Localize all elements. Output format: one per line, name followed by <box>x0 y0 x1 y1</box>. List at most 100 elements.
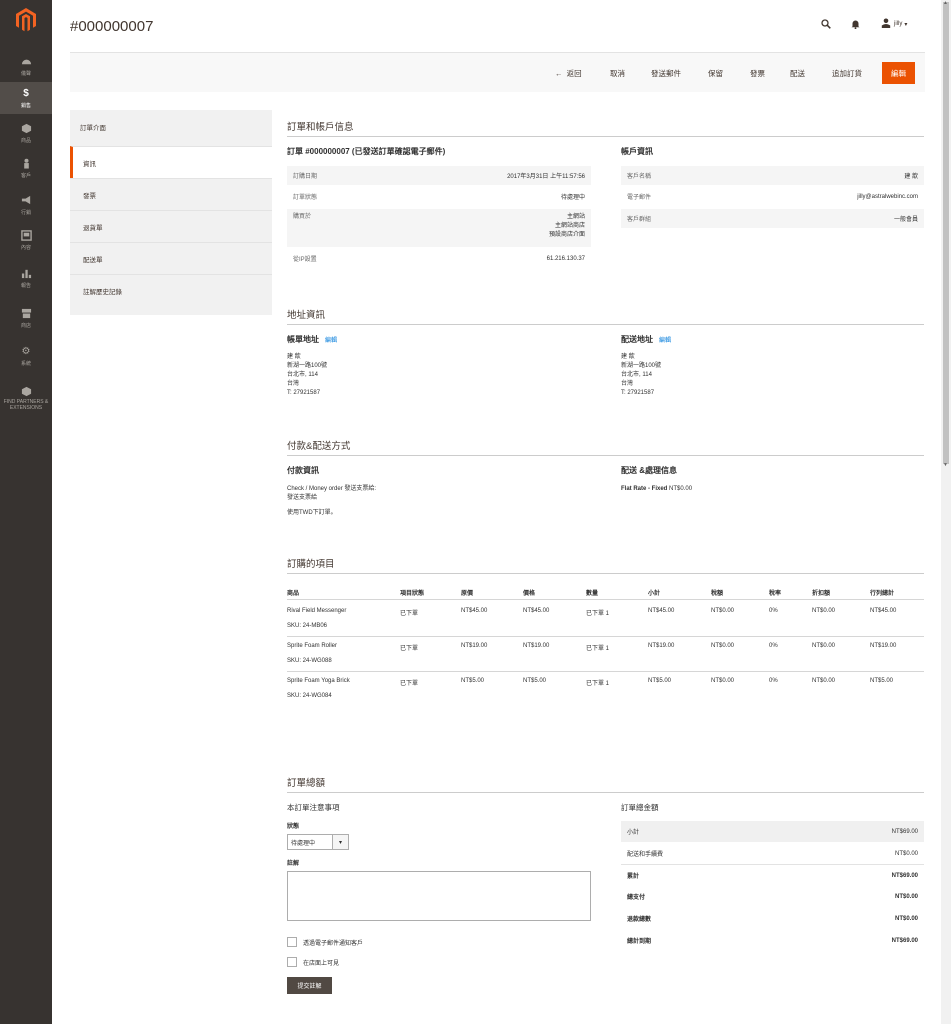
status-label: 狀態 <box>287 824 300 830</box>
nav-label: 客戶 <box>20 172 31 179</box>
chevron-down-icon: ▾ <box>332 835 348 849</box>
address-line: 台灣 <box>287 381 300 387</box>
nav-system[interactable]: ⚙ 系統 <box>0 340 52 372</box>
invoice-button[interactable]: 發票 <box>750 68 765 79</box>
address-line: 建 歆 <box>287 354 301 360</box>
nav-marketing[interactable]: 行銷 <box>0 189 52 221</box>
account-heading: 帳戶資訊 <box>621 147 653 156</box>
total-due-row: 總計到期 NT$69.00 <box>621 930 924 951</box>
order-totals-heading: 訂單總金額 <box>621 803 659 812</box>
magento-logo[interactable] <box>0 0 52 40</box>
tab-information[interactable]: 資訊 <box>70 146 272 178</box>
nav-stores[interactable]: 商店 <box>0 302 52 334</box>
comment-textarea[interactable] <box>287 871 591 921</box>
row-value: 2017年3月31日 上午11:57:56 <box>507 174 585 180</box>
nav-label: FIND PARTNERS & EXTENSIONS <box>3 399 49 411</box>
user-menu[interactable]: jilly ▾ <box>881 18 907 30</box>
dollar-icon: $ <box>23 87 29 99</box>
address-section-title: 地址資訊 <box>287 307 924 325</box>
table-row-divider <box>287 671 924 672</box>
reorder-button[interactable]: 追加訂貨 <box>832 68 862 79</box>
email-row: 電子郵件 jilly@astralwebinc.com <box>621 187 924 206</box>
tab-comments-history[interactable]: 註解歷史記錄 <box>70 274 272 306</box>
row-value: NT$69.00 <box>891 872 918 879</box>
item-tax-percent: 0% <box>769 678 778 684</box>
item-discount: NT$0.00 <box>812 643 836 649</box>
tab-shipments[interactable]: 配送單 <box>70 242 272 274</box>
item-subtotal: NT$19.00 <box>648 643 675 649</box>
payment-heading: 付款資訊 <box>287 466 319 475</box>
scroll-up-arrow-icon[interactable]: ▲ <box>943 0 948 6</box>
submit-comment-button[interactable]: 提交註解 <box>287 977 332 994</box>
shipping-address-heading-wrap: 配送地址 編輯 <box>621 334 671 345</box>
arrow-left-icon: ← <box>555 69 567 78</box>
hold-button[interactable]: 保留 <box>708 68 723 79</box>
row-value: NT$69.00 <box>891 828 918 835</box>
payment-currency-note: 使用TWD下訂單。 <box>287 510 337 516</box>
notify-customer-checkbox[interactable] <box>287 937 297 947</box>
shipping-method-line: Flat Rate - Fixed NT$0.00 <box>621 485 692 494</box>
col-header-discount: 折扣額 <box>812 591 831 597</box>
address-line: 新湖一路100號 <box>621 363 662 369</box>
table-row-divider <box>287 636 924 637</box>
item-sku: SKU: 24-MB06 <box>287 623 328 629</box>
edit-billing-address-link[interactable]: 編輯 <box>325 338 337 344</box>
tabs-title: 訂單介面 <box>80 125 106 132</box>
item-subtotal: NT$45.00 <box>648 608 675 614</box>
item-discount: NT$0.00 <box>812 678 836 684</box>
placed-from-ip-row: 從IP設置 61.216.130.37 <box>287 249 591 268</box>
address-line: T: 27921587 <box>621 390 655 396</box>
row-label: 配送和手續費 <box>627 852 664 858</box>
edit-button[interactable]: 編輯 <box>882 62 915 84</box>
notify-customer-label: 透過電子郵件通知客戶 <box>303 941 364 947</box>
search-icon[interactable] <box>821 19 831 31</box>
item-tax-percent: 0% <box>769 643 778 649</box>
email-link[interactable]: jilly@astralwebinc.com <box>857 194 918 200</box>
tab-credit-memos[interactable]: 退貨單 <box>70 210 272 242</box>
item-qty: 已下單 1 <box>586 681 610 687</box>
col-header-row-total: 行列總計 <box>870 591 895 597</box>
col-header-tax-percent: 稅率 <box>769 591 782 597</box>
page-title: #000000007 <box>70 18 154 35</box>
nav-catalog[interactable]: 商品 <box>0 117 52 149</box>
back-button[interactable]: ← 返回 <box>555 68 582 79</box>
customer-name-link[interactable]: 建 歆 <box>904 171 918 180</box>
row-value: 61.216.130.37 <box>546 255 585 262</box>
notes-heading: 本訂單注意事項 <box>287 803 340 812</box>
row-value: NT$0.00 <box>894 915 918 922</box>
cube-icon <box>20 385 32 397</box>
item-row-total: NT$19.00 <box>870 643 897 649</box>
payment-method-line1: Check / Money order 發送支票給: <box>287 486 377 492</box>
dashboard-icon <box>20 56 32 68</box>
nav-find-partners[interactable]: FIND PARTNERS & EXTENSIONS <box>0 378 52 418</box>
scroll-down-arrow-icon[interactable]: ▼ <box>943 462 948 468</box>
nav-customers[interactable]: 客戶 <box>0 152 52 184</box>
visible-on-storefront-checkbox[interactable] <box>287 957 297 967</box>
address-line: 新湖一路100號 <box>287 363 328 369</box>
bell-icon[interactable] <box>851 19 860 31</box>
scrollbar-thumb[interactable] <box>943 2 949 464</box>
item-row-total: NT$5.00 <box>870 678 894 684</box>
nav-label: 商店 <box>20 322 31 329</box>
customer-name-row: 客戶名稱 建 歆 <box>621 166 924 185</box>
nav-sales[interactable]: $ 銷售 <box>0 82 52 114</box>
status-select[interactable]: 待處理中 ▾ <box>287 834 349 850</box>
tab-invoices[interactable]: 發票 <box>70 178 272 210</box>
subtotal-row: 小計 NT$69.00 <box>621 821 924 842</box>
total-paid-row: 總支付 NT$0.00 <box>621 886 924 907</box>
order-total-section-title: 訂單總額 <box>287 775 924 793</box>
item-price: NT$5.00 <box>523 678 547 684</box>
nav-reports[interactable]: 報告 <box>0 262 52 294</box>
edit-shipping-address-link[interactable]: 編輯 <box>659 338 671 344</box>
item-subtotal: NT$5.00 <box>648 678 672 684</box>
cancel-button[interactable]: 取消 <box>610 68 625 79</box>
cube-icon <box>20 123 32 135</box>
item-sku: SKU: 24-WG084 <box>287 693 332 699</box>
nav-dashboard[interactable]: 儀聲 <box>0 50 52 82</box>
row-value: 待處理中 <box>560 195 585 201</box>
ship-button[interactable]: 配送 <box>790 68 805 79</box>
user-icon <box>881 18 891 30</box>
nav-content[interactable]: 內容 <box>0 224 52 256</box>
nav-label: 儀聲 <box>20 70 31 77</box>
send-email-button[interactable]: 發送郵件 <box>651 68 681 79</box>
